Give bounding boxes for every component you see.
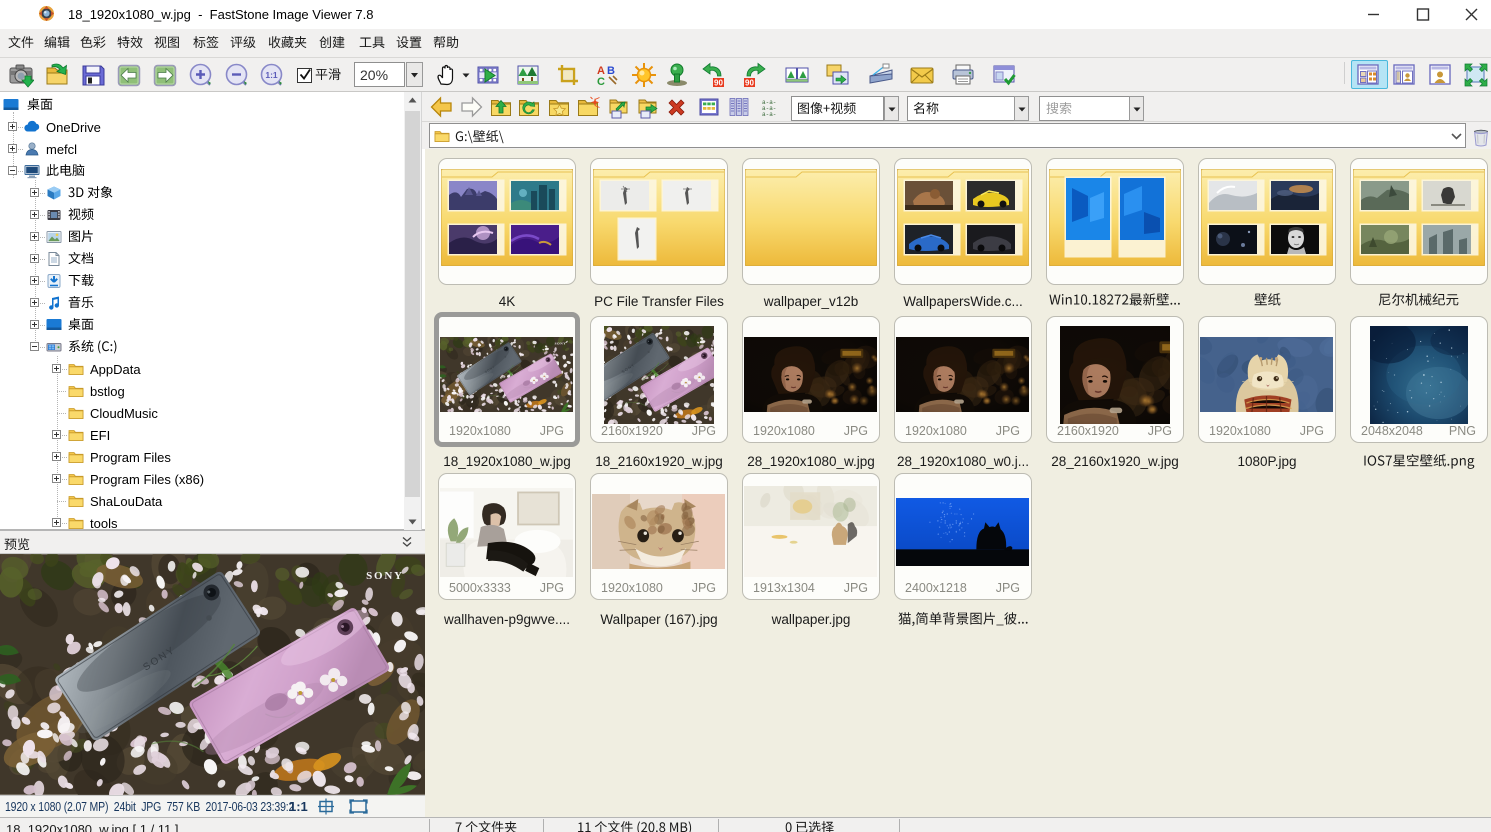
svg-text:90: 90 xyxy=(745,79,754,88)
svg-text:1:1: 1:1 xyxy=(265,70,278,80)
svg-text:B: B xyxy=(607,65,615,77)
svg-text:a-a-: a-a- xyxy=(762,111,776,118)
svg-text:90: 90 xyxy=(714,79,723,88)
svg-text:C: C xyxy=(597,76,605,88)
